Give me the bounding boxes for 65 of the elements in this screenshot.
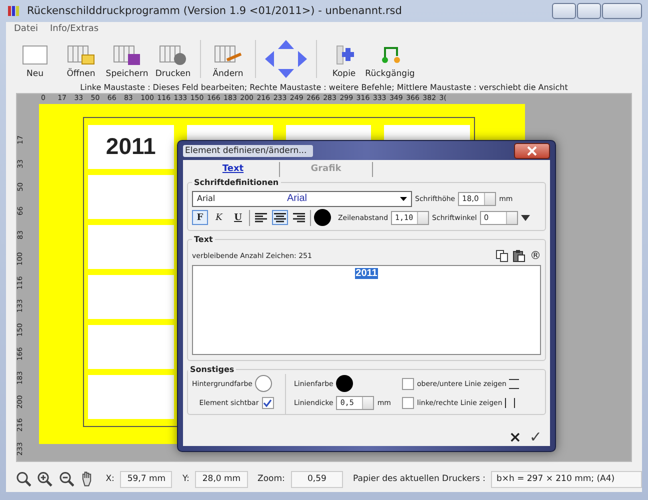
group-title: Text bbox=[193, 235, 214, 244]
app-icon bbox=[8, 5, 22, 17]
zoom-label: Zoom: bbox=[258, 474, 285, 484]
tab[interactable]: Text bbox=[187, 162, 280, 176]
insert-symbol-button[interactable]: ® bbox=[530, 249, 541, 262]
x-value: 59,7 mm bbox=[120, 470, 172, 488]
toolbar-button[interactable]: Speichern bbox=[104, 39, 150, 79]
vertical-lines-icon bbox=[505, 398, 516, 408]
zoom-fit-icon[interactable] bbox=[16, 471, 32, 487]
label-field[interactable] bbox=[88, 274, 174, 319]
font-dropdown[interactable]: Arial Arial bbox=[192, 190, 412, 206]
toolbar-button[interactable]: Rückgängig bbox=[367, 39, 413, 79]
checkbox[interactable] bbox=[262, 396, 274, 408]
style-button[interactable]: U bbox=[230, 210, 246, 225]
style-button[interactable]: K bbox=[211, 210, 227, 225]
align-right-button[interactable] bbox=[291, 210, 307, 225]
ok-button[interactable]: ✓ bbox=[529, 428, 542, 446]
folder-icon bbox=[66, 44, 96, 66]
y-value: 28,0 mm bbox=[195, 470, 248, 488]
label-field[interactable]: 2011 bbox=[88, 124, 174, 169]
close-button[interactable] bbox=[514, 142, 550, 158]
copy-icon[interactable] bbox=[496, 250, 508, 262]
blank-page-icon bbox=[22, 44, 48, 66]
toolbar-button[interactable]: Neu bbox=[12, 39, 58, 79]
checkbox[interactable] bbox=[402, 396, 414, 408]
caret-icon bbox=[400, 196, 407, 200]
label-field[interactable] bbox=[88, 174, 174, 219]
label-field[interactable] bbox=[88, 374, 174, 419]
background-color-swatch[interactable] bbox=[255, 375, 272, 392]
menu-item[interactable]: Datei bbox=[14, 24, 38, 34]
style-button[interactable]: F bbox=[192, 210, 208, 225]
paper-value: b×h = 297 × 210 mm; (A4) bbox=[491, 470, 642, 488]
dialog-title: Element definieren/ändern... bbox=[183, 144, 313, 156]
maximize-button[interactable] bbox=[577, 3, 601, 19]
toolbar-button[interactable]: Kopie bbox=[321, 39, 367, 79]
y-label: Y: bbox=[182, 474, 190, 484]
zoom-out-icon[interactable] bbox=[58, 471, 74, 487]
paper-label: Papier des aktuellen Druckers : bbox=[353, 474, 486, 484]
zoom-value: 0,59 bbox=[290, 470, 344, 488]
label-field[interactable] bbox=[88, 324, 174, 369]
expand-icon[interactable] bbox=[520, 214, 530, 220]
align-left-button[interactable] bbox=[253, 210, 269, 225]
toolbar-button[interactable]: Öffnen bbox=[58, 39, 104, 79]
paste-icon[interactable] bbox=[513, 250, 525, 262]
minimize-button[interactable] bbox=[552, 3, 576, 19]
cancel-button[interactable]: × bbox=[508, 428, 522, 446]
font-color-swatch[interactable] bbox=[314, 209, 331, 226]
checkbox[interactable] bbox=[402, 378, 414, 390]
close-icon bbox=[527, 146, 537, 156]
group-title: Sonstiges bbox=[189, 365, 236, 374]
zoom-in-icon[interactable] bbox=[37, 471, 53, 487]
mouse-hint-text: Linke Maustaste : Dieses Feld bearbeiten; Rechte Maustaste : weitere Befehle; Mittlere Maustaste : verschiebt die Ansicht bbox=[80, 83, 568, 92]
printer-icon bbox=[158, 44, 188, 66]
disk-icon bbox=[112, 44, 142, 66]
group-title: Schriftdefinitionen bbox=[193, 178, 280, 187]
toolbar-button[interactable]: Ändern bbox=[205, 39, 251, 79]
toolbar-button[interactable]: Drucken bbox=[150, 39, 196, 79]
horizontal-lines-icon bbox=[509, 378, 520, 388]
menu-item[interactable]: Info/Extras bbox=[50, 24, 99, 34]
x-label: X: bbox=[106, 474, 114, 484]
text-input-field[interactable]: 2011 bbox=[192, 265, 541, 355]
align-center-button[interactable] bbox=[272, 210, 288, 225]
label-field[interactable] bbox=[88, 224, 174, 269]
line-color-swatch[interactable] bbox=[336, 375, 354, 392]
window-title: Rückenschilddruckprogramm (Version 1.9 <01/2011>) - unbenannt.rsd bbox=[27, 5, 402, 17]
